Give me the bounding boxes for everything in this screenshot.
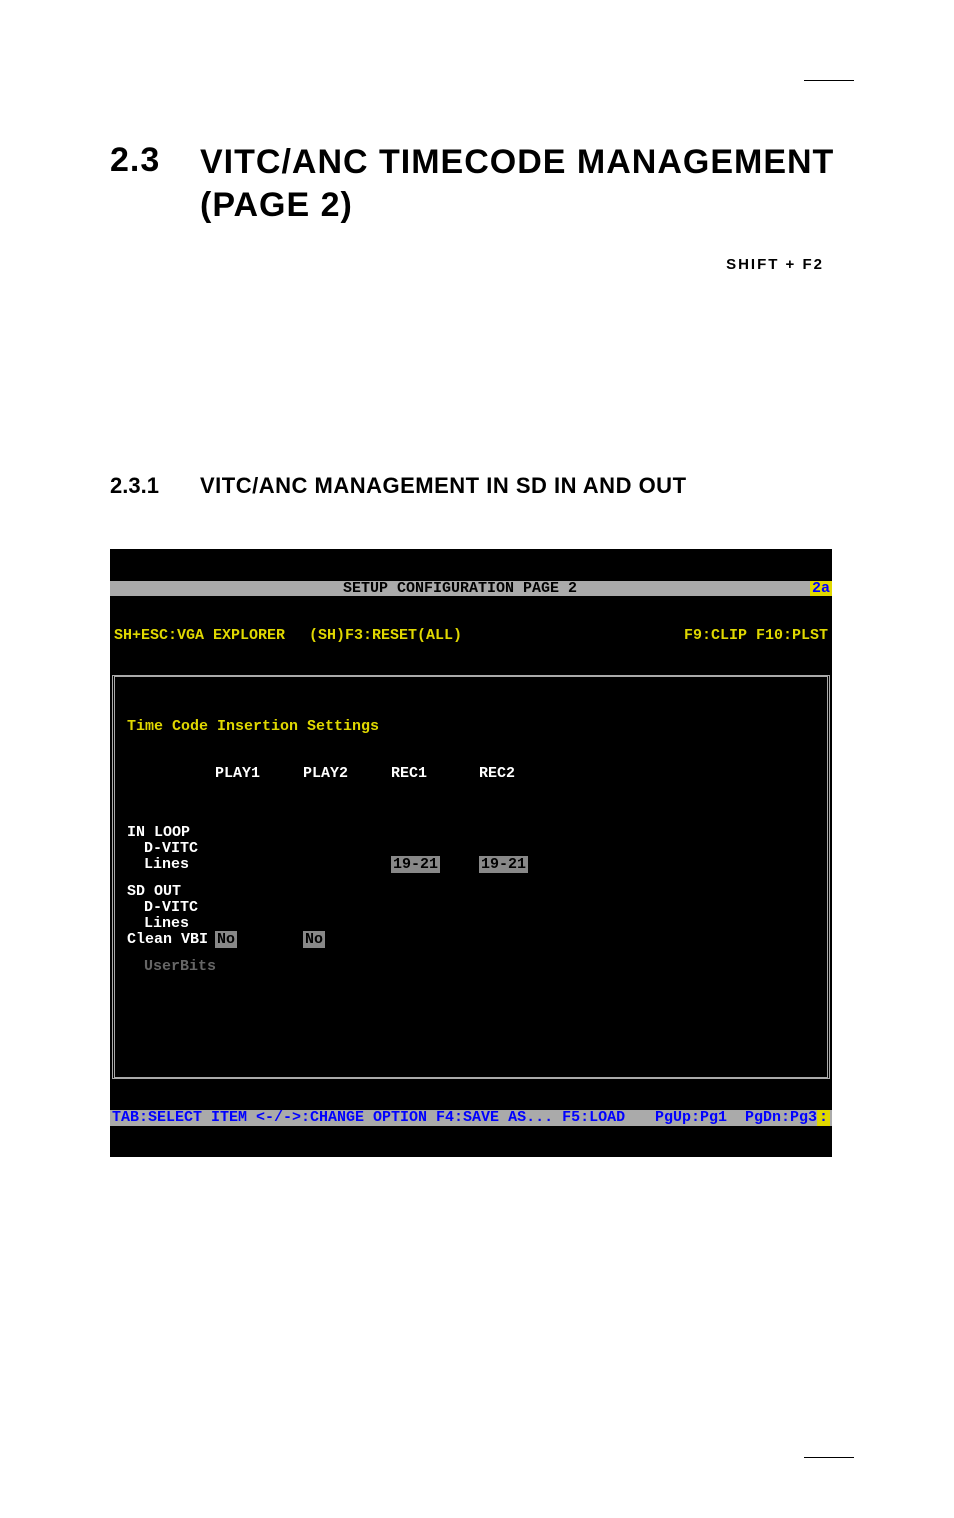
terminal-title-bar: SETUP CONFIGURATION PAGE 2 2a [110, 581, 832, 597]
cell-value [479, 841, 567, 857]
cell-value [215, 900, 303, 916]
cell-value [303, 916, 391, 932]
cell-value [303, 900, 391, 916]
cell-value [391, 959, 479, 975]
cell-value: 19-21 [479, 857, 567, 873]
section-number: 2.3 [110, 141, 200, 180]
col-play2: PLAY2 [303, 766, 391, 782]
setting-row: Clean VBINoNo [127, 932, 815, 948]
row-label: UserBits [127, 959, 215, 975]
terminal-footer: TAB:SELECT ITEM <-/->:CHANGE OPTION F4:S… [110, 1110, 832, 1126]
subsection-title: VITC/ANC MANAGEMENT IN SD IN AND OUT [200, 473, 687, 499]
footer-rule [804, 1457, 854, 1458]
col-rec1: REC1 [391, 766, 479, 782]
fn-esc: SH+ESC:VGA EXPLORER [114, 628, 285, 644]
cell-value [479, 900, 567, 916]
cell-value [391, 841, 479, 857]
setting-row: D-VITC [127, 841, 815, 857]
terminal-title: SETUP CONFIGURATION PAGE 2 [110, 581, 810, 597]
subsection-heading: 2.3.1 VITC/ANC MANAGEMENT IN SD IN AND O… [110, 473, 854, 499]
row-label: D-VITC [127, 900, 215, 916]
terminal-fn-row: SH+ESC:VGA EXPLORER (SH)F3:RESET(ALL) F9… [110, 628, 832, 644]
cell-value [215, 959, 303, 975]
cell-value: No [303, 932, 391, 948]
column-headers: PLAY1 PLAY2 REC1 REC2 [127, 766, 815, 782]
fn-f9-f10: F9:CLIP F10:PLST [684, 628, 828, 644]
cell-value [303, 841, 391, 857]
cell-value [391, 932, 479, 948]
row-label: Clean VBI [127, 932, 215, 948]
keyboard-shortcut: SHIFT + F2 [110, 256, 824, 273]
terminal-body: Time Code Insertion Settings PLAY1 PLAY2… [112, 675, 830, 1079]
col-rec2: REC2 [479, 766, 567, 782]
setting-row: UserBits [127, 959, 815, 975]
setting-row: Lines [127, 916, 815, 932]
fn-f3: (SH)F3:RESET(ALL) [309, 628, 462, 644]
cell-value [215, 841, 303, 857]
header-rule [804, 80, 854, 81]
subsection-number: 2.3.1 [110, 473, 200, 499]
cell-value [215, 916, 303, 932]
cell-value [215, 857, 303, 873]
cell-value [479, 959, 567, 975]
group-header: IN LOOP [127, 825, 815, 841]
settings-title: Time Code Insertion Settings [127, 719, 815, 735]
cell-value: No [215, 932, 303, 948]
terminal-screenshot: SETUP CONFIGURATION PAGE 2 2a SH+ESC:VGA… [110, 549, 832, 1157]
setting-row: Lines 19-2119-21 [127, 857, 815, 873]
section-heading: 2.3 VITC/ANC TIMECODE MANAGEMENT (PAGE 2… [110, 141, 854, 226]
setting-row: D-VITC [127, 900, 815, 916]
cell-value: 19-21 [391, 857, 479, 873]
group-header: SD OUT [127, 884, 815, 900]
cell-value [391, 900, 479, 916]
row-label: Lines [127, 916, 215, 932]
row-label: D-VITC [127, 841, 215, 857]
cell-value [479, 932, 567, 948]
section-title: VITC/ANC TIMECODE MANAGEMENT (PAGE 2) [200, 141, 854, 226]
cell-value [479, 916, 567, 932]
footer-end: : [817, 1110, 830, 1126]
col-play1: PLAY1 [215, 766, 303, 782]
footer-left: TAB:SELECT ITEM <-/->:CHANGE OPTION F4:S… [112, 1110, 625, 1126]
row-label: Lines [127, 857, 215, 873]
footer-right: PgUp:Pg1 PgDn:Pg3 [655, 1110, 817, 1126]
terminal-title-corner: 2a [810, 581, 832, 597]
cell-value [303, 959, 391, 975]
cell-value [303, 857, 391, 873]
cell-value [391, 916, 479, 932]
